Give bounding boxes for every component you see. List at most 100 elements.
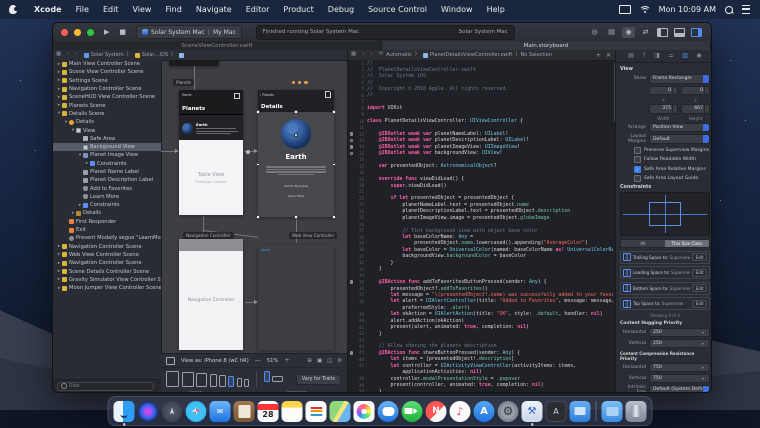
code-line[interactable]: 2// PlanetDetailsViewController.swift bbox=[348, 66, 613, 73]
checkbox[interactable]: ✓ bbox=[634, 165, 641, 173]
minimize-window-button[interactable] bbox=[74, 28, 81, 36]
outline-row[interactable]: ▸ Navigation Controller Scene bbox=[53, 85, 161, 93]
dock-item-maps[interactable] bbox=[329, 399, 351, 423]
messages-icon[interactable] bbox=[377, 400, 399, 422]
run-button[interactable]: ▶ bbox=[104, 28, 109, 36]
connection-well[interactable] bbox=[349, 280, 354, 284]
dock-item-xcode[interactable] bbox=[521, 399, 543, 426]
hugging-horizontal-field[interactable]: 250 bbox=[649, 327, 710, 337]
planet-name-label[interactable]: Earth bbox=[258, 153, 334, 161]
constraint-row[interactable]: Trailing Space to: Superview Edit bbox=[620, 250, 710, 264]
window-tab-sceneviewcontroller-swift[interactable]: SceneViewController.swift bbox=[53, 41, 382, 50]
resize-handle[interactable] bbox=[332, 215, 336, 219]
connections-inspector-tab[interactable]: ◉ bbox=[696, 53, 701, 59]
code-line[interactable]: 48 controller.modalPresentationStyle = .… bbox=[348, 375, 613, 382]
dock-item-photos[interactable] bbox=[353, 399, 375, 423]
code-line[interactable]: 41 present(alert, animated: true, comple… bbox=[348, 324, 613, 330]
contacts-icon[interactable] bbox=[233, 400, 255, 422]
dock-item-messages[interactable] bbox=[377, 399, 399, 423]
embed-in-stack-icon[interactable]: ⊞ bbox=[307, 358, 312, 364]
menu-item-editor[interactable]: Editor bbox=[239, 5, 277, 14]
apple-menu-icon[interactable] bbox=[9, 5, 18, 14]
code-line[interactable]: 17 var presentedObject: AstronomicalObje… bbox=[348, 163, 613, 169]
menu-item-file[interactable]: File bbox=[69, 5, 96, 14]
constraint-row[interactable]: Top Space to: Superview Edit bbox=[620, 297, 710, 310]
device-button-6[interactable] bbox=[236, 377, 242, 387]
selection-center-handle[interactable] bbox=[294, 133, 298, 137]
code-line[interactable]: 37 let message = "\(presentedObject!.nam… bbox=[348, 292, 613, 298]
code-line[interactable]: 13 @IBOutlet weak var planetDescriptionL… bbox=[348, 137, 613, 143]
device-button-4[interactable] bbox=[219, 375, 226, 387]
document-outline-toggle[interactable] bbox=[166, 356, 175, 365]
outline-row[interactable]: ▸ Navigation Controller Scene bbox=[53, 259, 161, 267]
resize-handle[interactable] bbox=[256, 215, 260, 219]
device-button-1[interactable] bbox=[181, 372, 194, 387]
bookmark-icon[interactable] bbox=[234, 93, 240, 99]
prototype-table-view[interactable]: Table View Prototype Content bbox=[179, 140, 243, 215]
dock-item-mail[interactable]: ✉ bbox=[209, 399, 231, 423]
device-button-0[interactable] bbox=[166, 371, 179, 387]
outline-row[interactable]: ▾ Details bbox=[53, 118, 161, 126]
spotlight-icon[interactable] bbox=[725, 5, 733, 14]
outline-row[interactable]: Planet Description Label bbox=[53, 176, 161, 184]
menu-item-find[interactable]: Find bbox=[158, 5, 188, 14]
code-line[interactable]: 23 planetNameLabel.text = presentedObjec… bbox=[348, 202, 613, 208]
menu-item-product[interactable]: Product bbox=[276, 5, 320, 14]
outline-row[interactable]: ▸ Planets Scene bbox=[53, 101, 161, 109]
connection-well[interactable] bbox=[349, 138, 354, 143]
checkbox[interactable] bbox=[634, 175, 641, 182]
code-line[interactable]: 27 // Tint background view with object b… bbox=[348, 227, 613, 234]
resize-handle[interactable] bbox=[332, 162, 336, 167]
resolve-autolayout-icon[interactable]: ⊜ bbox=[337, 358, 342, 364]
outline-row[interactable]: ▾ View bbox=[53, 126, 161, 134]
outline-row[interactable]: ▸ Navigation Controller Scene bbox=[53, 243, 161, 251]
code-line[interactable]: 49 present(controller, animated: true, c… bbox=[348, 382, 613, 388]
device-button-2[interactable] bbox=[196, 373, 207, 387]
outline-row[interactable]: ▸ Constraints bbox=[53, 160, 161, 168]
toggle-navigator-button[interactable] bbox=[656, 27, 669, 38]
identity-inspector-tab[interactable]: ◨ bbox=[654, 53, 660, 59]
quick-help-inspector-tab[interactable]: ? bbox=[642, 53, 645, 59]
resize-handle[interactable] bbox=[332, 110, 336, 114]
interface-builder-canvas[interactable]: Planets Navigation Controller Web View C… bbox=[161, 60, 347, 354]
outline-row[interactable]: First Responder bbox=[53, 218, 161, 226]
outline-row[interactable]: Planet Name Label bbox=[53, 168, 161, 176]
itunes-icon[interactable] bbox=[449, 400, 471, 422]
align-icon[interactable]: ▣ bbox=[317, 358, 322, 364]
code-line[interactable]: 32 } bbox=[348, 260, 613, 266]
code-line[interactable]: 29 presentedObject.name.lowercased().app… bbox=[348, 240, 613, 246]
code-line[interactable]: 38 let alert = UIAlertController(title: … bbox=[348, 298, 613, 304]
code-line[interactable]: 31 backgroundView.backgroundColor = base… bbox=[348, 253, 613, 259]
toggle-inspectors-button[interactable] bbox=[690, 27, 703, 38]
dock-item-reminders[interactable] bbox=[305, 399, 327, 423]
code-line[interactable]: 10 class PlanetDetailsViewController: UIV… bbox=[348, 118, 613, 124]
library-button[interactable]: ◎ bbox=[588, 27, 601, 38]
version-editor-button[interactable]: ⇄ bbox=[639, 27, 652, 38]
code-line[interactable]: 39 let okAction = UIAlertAction(title: "… bbox=[348, 311, 613, 317]
photos-icon[interactable] bbox=[353, 400, 375, 422]
menu-item-window[interactable]: Window bbox=[434, 5, 480, 14]
display-icon[interactable] bbox=[618, 5, 631, 14]
earth-table-cell[interactable]: Earth bbox=[179, 115, 243, 142]
device-button-7[interactable] bbox=[244, 378, 249, 387]
file-name[interactable]: PlanetDetailsViewController.swift bbox=[430, 52, 512, 58]
news-icon[interactable]: N bbox=[425, 400, 447, 422]
wifi-icon[interactable] bbox=[639, 5, 650, 14]
notes-icon[interactable] bbox=[281, 400, 303, 422]
dock-item-safari[interactable] bbox=[185, 399, 207, 423]
outline-row[interactable]: ▸ Settings Scene bbox=[53, 77, 161, 85]
connection-well[interactable] bbox=[349, 351, 354, 355]
code-line[interactable]: 47 let controller = UIActivityViewContro… bbox=[348, 363, 613, 369]
dock-item-news[interactable]: N bbox=[425, 399, 447, 423]
code-line[interactable]: 5// Copyright © 2018 Apple. All rights r… bbox=[348, 86, 613, 92]
connection-well[interactable] bbox=[349, 132, 354, 136]
navigation-controller-scene[interactable]: Navigation Controller bbox=[179, 239, 243, 350]
intrinsic-size-dropdown[interactable]: Default (System Defined) bbox=[649, 384, 710, 392]
dock-item-siri[interactable] bbox=[137, 399, 159, 423]
background-view-selected[interactable]: Earth Add to Favorites Learn More bbox=[256, 110, 336, 219]
breadcrumb-group[interactable]: Solar…iOS bbox=[142, 52, 168, 58]
maps-icon[interactable] bbox=[329, 400, 351, 422]
outline-row[interactable]: ▸ Web View Controller Scene bbox=[53, 251, 161, 259]
planets-scene[interactable]: Home Planets Earth Table View Prototype … bbox=[179, 90, 243, 215]
details-back-button[interactable]: ⟨ Planets bbox=[260, 93, 274, 97]
